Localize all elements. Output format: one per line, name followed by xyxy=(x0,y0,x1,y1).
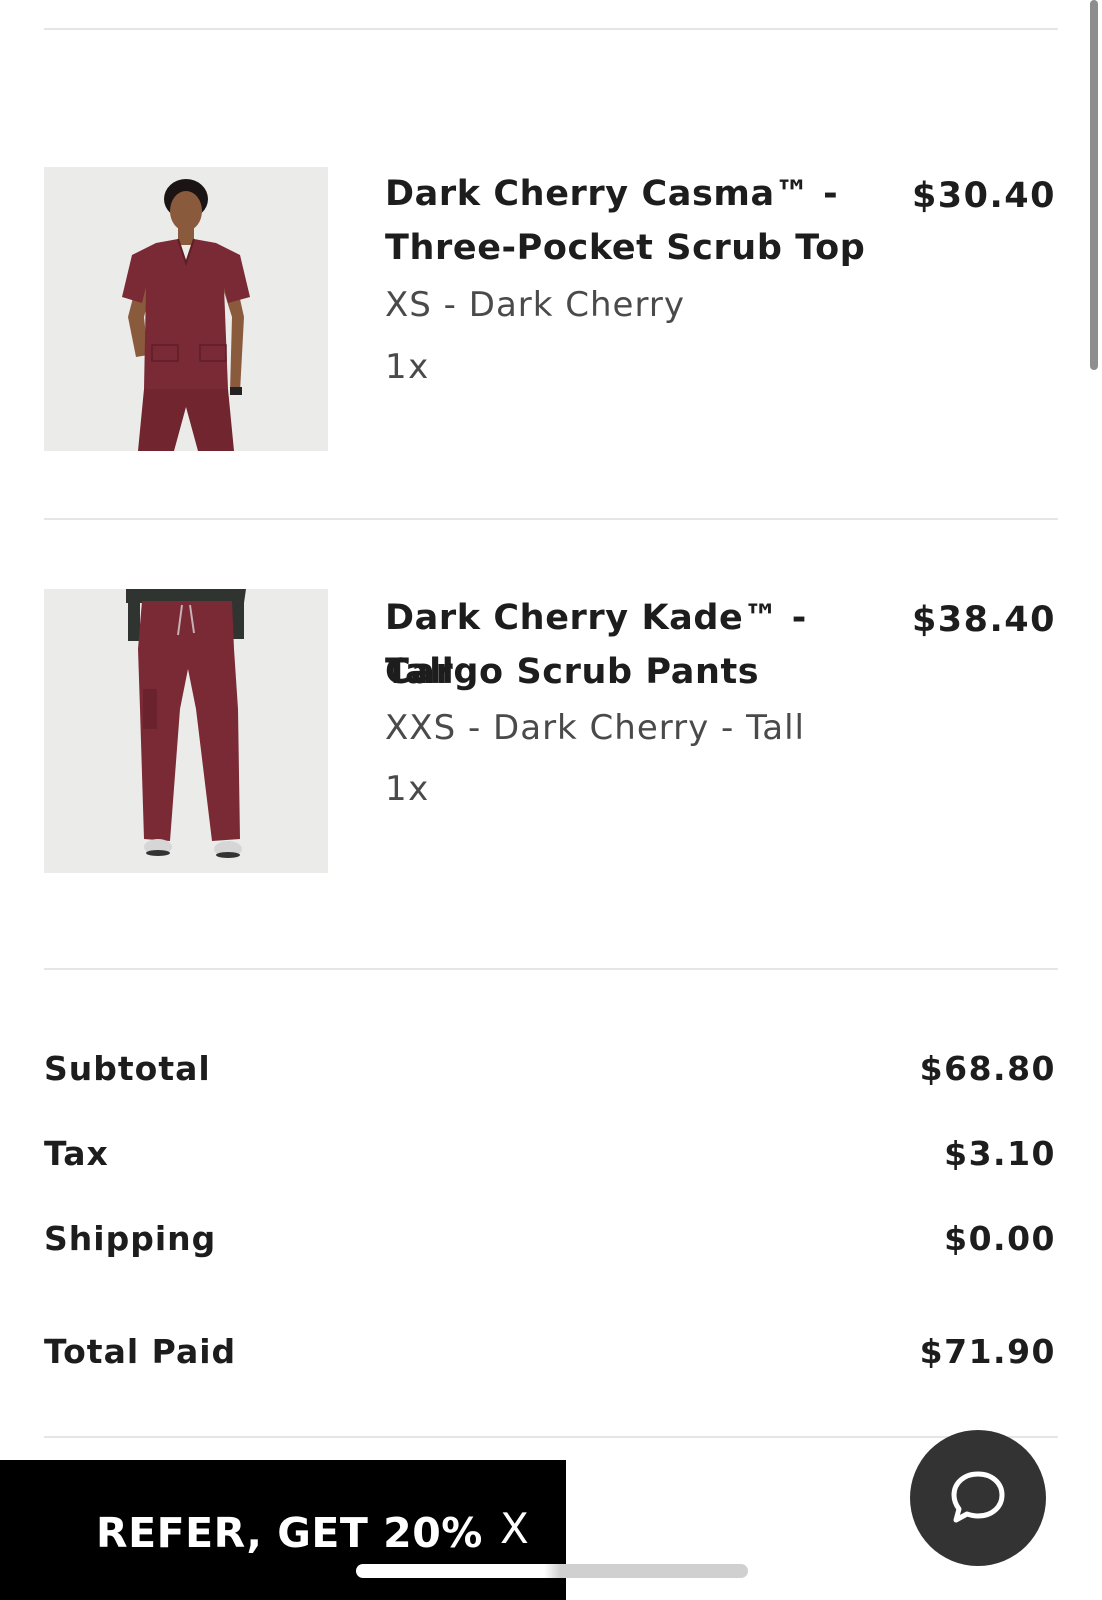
item-price: $30.40 xyxy=(911,176,1056,216)
item-price: $38.40 xyxy=(911,600,1056,640)
total-paid-label: Total Paid xyxy=(44,1332,237,1371)
item-quantity: 1x xyxy=(385,347,430,387)
item-variant: XS - Dark Cherry xyxy=(385,285,685,325)
refer-banner[interactable]: REFER, GET 20% X xyxy=(0,1460,566,1600)
refer-banner-close-button[interactable]: X xyxy=(500,1504,529,1554)
scrub-pants-photo-icon xyxy=(44,589,328,873)
home-indicator[interactable] xyxy=(356,1564,748,1578)
total-paid-value: $71.90 xyxy=(919,1332,1056,1371)
item-name-line2[interactable]: Three-Pocket Scrub Top xyxy=(385,221,885,275)
chat-button[interactable] xyxy=(910,1430,1046,1566)
refer-banner-text[interactable]: REFER, GET 20% xyxy=(96,1508,483,1558)
top-divider xyxy=(44,28,1058,30)
scrub-pants-image[interactable] xyxy=(44,589,328,873)
shipping-label: Shipping xyxy=(44,1219,217,1258)
item-variant: XXS - Dark Cherry - Tall xyxy=(385,708,805,748)
chat-bubble-icon xyxy=(951,1471,1005,1523)
scrollbar[interactable] xyxy=(1090,0,1098,370)
shipping-value: $0.00 xyxy=(944,1219,1056,1258)
scrub-top-image[interactable] xyxy=(44,167,328,451)
tax-label: Tax xyxy=(44,1134,109,1173)
item-name-line2[interactable]: Cargo Scrub Pants xyxy=(385,645,885,699)
item-quantity: 1x xyxy=(385,769,430,809)
summary-divider xyxy=(44,968,1058,970)
tax-value: $3.10 xyxy=(944,1134,1056,1173)
item-divider xyxy=(44,518,1058,520)
item-name-line1[interactable]: Dark Cherry Casma™ - xyxy=(385,167,885,221)
scrub-top-photo-icon xyxy=(44,167,328,451)
bottom-divider xyxy=(44,1436,1058,1438)
subtotal-value: $68.80 xyxy=(919,1049,1056,1088)
subtotal-label: Subtotal xyxy=(44,1049,211,1088)
